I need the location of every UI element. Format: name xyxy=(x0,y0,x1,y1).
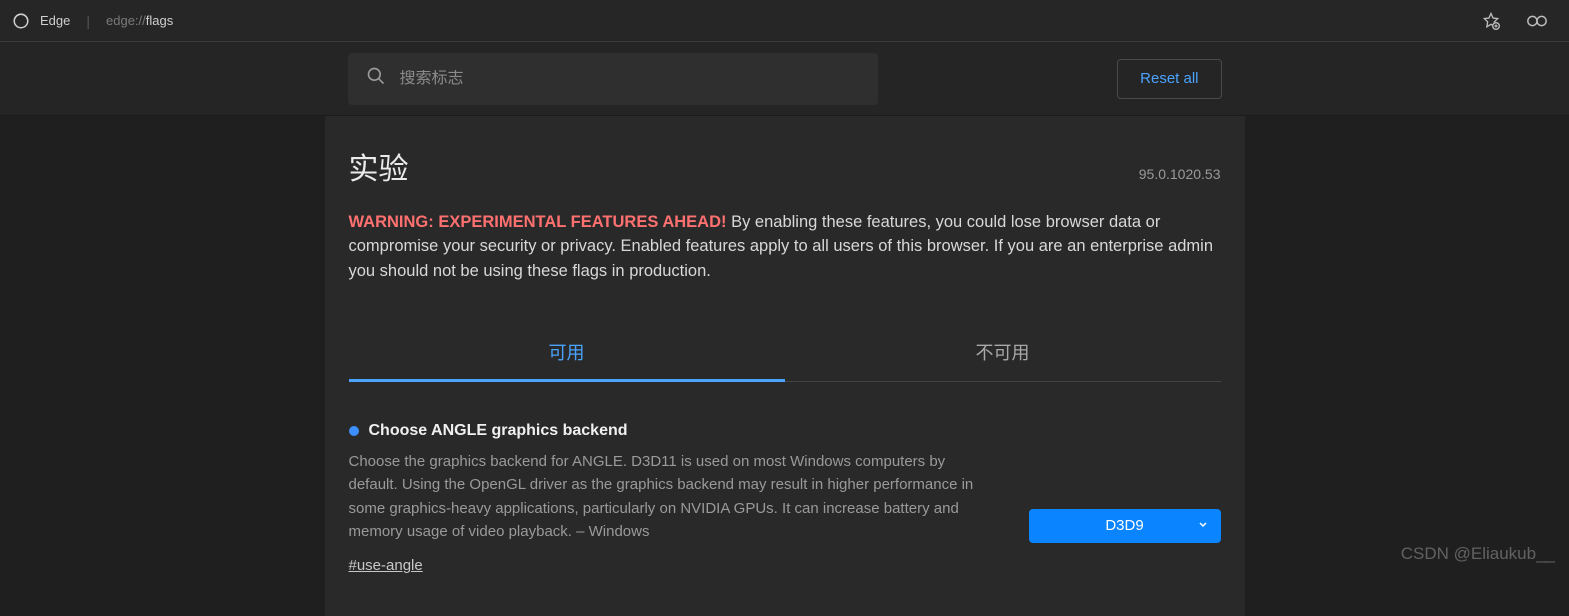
toolbar-inner: Reset all xyxy=(348,53,1222,105)
tabs: 可用 不可用 xyxy=(349,323,1221,382)
flag-description: Choose the graphics backend for ANGLE. D… xyxy=(349,450,999,543)
flag-anchor-link[interactable]: #use-angle xyxy=(349,557,423,574)
titlebar-right xyxy=(1477,7,1557,35)
reset-all-button[interactable]: Reset all xyxy=(1117,59,1221,99)
flag-control: D3D9 xyxy=(1029,422,1221,575)
edge-icon xyxy=(12,12,30,30)
flag-select[interactable]: D3D9 xyxy=(1029,509,1221,543)
search-box[interactable] xyxy=(348,53,878,105)
content-wrap: 实验 95.0.1020.53 WARNING: EXPERIMENTAL FE… xyxy=(0,116,1569,616)
favorites-add-icon[interactable] xyxy=(1477,7,1505,35)
search-icon xyxy=(366,66,386,91)
url-path: flags xyxy=(146,13,173,28)
url-text: edge://flags xyxy=(106,13,173,28)
reader-icon[interactable] xyxy=(1523,7,1551,35)
flag-modified-dot-icon xyxy=(349,426,359,436)
app-name: Edge xyxy=(40,13,70,28)
titlebar-left: Edge | edge://flags xyxy=(12,12,1477,30)
header-row: 实验 95.0.1020.53 xyxy=(349,144,1221,188)
toolbar: Reset all xyxy=(0,42,1569,116)
titlebar-divider: | xyxy=(86,13,90,29)
flag-title: Choose ANGLE graphics backend xyxy=(369,422,628,440)
titlebar: Edge | edge://flags xyxy=(0,0,1569,42)
flag-select-value: D3D9 xyxy=(1105,517,1143,534)
version-text: 95.0.1020.53 xyxy=(1139,166,1221,182)
warning-prefix: WARNING: EXPERIMENTAL FEATURES AHEAD! xyxy=(349,213,727,231)
url-prefix: edge:// xyxy=(106,13,146,28)
flag-title-row: Choose ANGLE graphics backend xyxy=(349,422,999,440)
flag-item: Choose ANGLE graphics backend Choose the… xyxy=(349,422,1221,575)
tab-unavailable[interactable]: 不可用 xyxy=(785,323,1221,381)
search-input[interactable] xyxy=(400,70,860,88)
chevron-down-icon xyxy=(1197,517,1209,534)
page-title: 实验 xyxy=(349,144,409,188)
flag-text: Choose ANGLE graphics backend Choose the… xyxy=(349,422,999,575)
tab-available[interactable]: 可用 xyxy=(349,323,785,381)
warning-block: WARNING: EXPERIMENTAL FEATURES AHEAD! By… xyxy=(349,210,1221,283)
content: 实验 95.0.1020.53 WARNING: EXPERIMENTAL FE… xyxy=(325,116,1245,616)
